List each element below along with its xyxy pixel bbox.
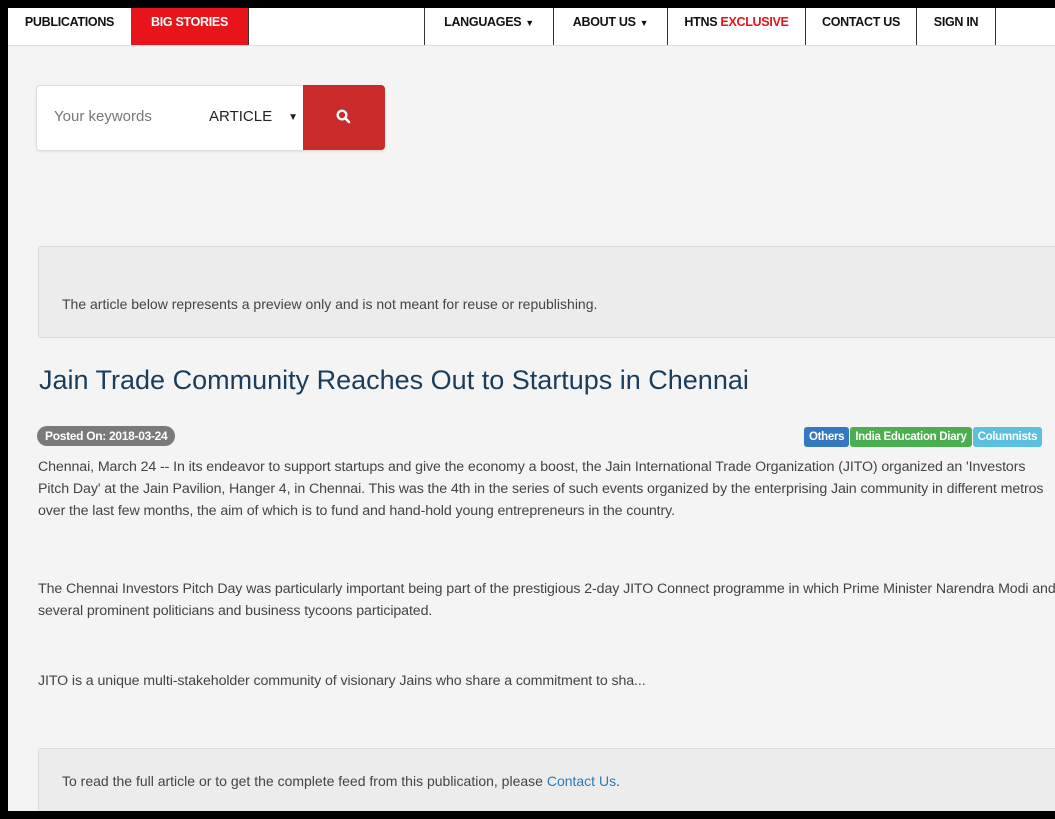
- nav-about-us-label: ABOUT US: [572, 15, 636, 29]
- nav-publications-label: PUBLICATIONS: [24, 15, 115, 29]
- nav-big-stories-label: BIG STORIES: [150, 15, 229, 29]
- nav-htns-label: HTNS: [684, 15, 718, 29]
- nav-about-us[interactable]: ABOUT US ▼: [553, 8, 667, 45]
- search-button[interactable]: [303, 85, 385, 150]
- nav-languages[interactable]: LANGUAGES ▼: [424, 8, 553, 45]
- search-type-select[interactable]: ARTICLE ▼: [209, 108, 298, 125]
- nav-contact-us[interactable]: CONTACT US: [805, 8, 916, 45]
- contact-us-link[interactable]: Contact Us: [547, 773, 616, 789]
- full-article-notice: To read the full article or to get the c…: [38, 748, 1055, 811]
- search-input[interactable]: [54, 108, 204, 125]
- top-navigation: PUBLICATIONS BIG STORIES LANGUAGES ▼ ABOU…: [8, 8, 1055, 46]
- article-tags: Others India Education Diary Columnists: [804, 427, 1043, 447]
- preview-notice-text: The article below represents a preview o…: [62, 296, 598, 312]
- article-paragraph-3: JITO is a unique multi-stakeholder commu…: [38, 673, 646, 689]
- nav-exclusive-label: EXCLUSIVE: [720, 15, 789, 29]
- nav-sign-in-label: SIGN IN: [933, 15, 979, 29]
- article-paragraph-2: The Chennai Investors Pitch Day was part…: [38, 581, 1055, 619]
- page-frame: PUBLICATIONS BIG STORIES LANGUAGES ▼ ABOU…: [8, 8, 1055, 811]
- tag-columnists[interactable]: Columnists: [972, 427, 1043, 447]
- nav-languages-label: LANGUAGES: [444, 15, 522, 29]
- full-article-period: .: [616, 773, 620, 789]
- full-article-notice-text: To read the full article or to get the c…: [62, 773, 620, 789]
- article-title[interactable]: Jain Trade Community Reaches Out to Star…: [39, 365, 749, 396]
- nav-htns-exclusive[interactable]: HTNS EXCLUSIVE: [667, 8, 805, 45]
- nav-publications[interactable]: PUBLICATIONS: [8, 8, 131, 45]
- nav-contact-us-label: CONTACT US: [821, 15, 900, 29]
- nav-big-stories[interactable]: BIG STORIES: [131, 8, 248, 45]
- article-paragraph-1: Chennai, March 24 -- In its endeavor to …: [38, 459, 1044, 519]
- dropdown-arrow-icon: ▼: [288, 112, 298, 123]
- search-icon: [336, 109, 351, 124]
- search-bar: ARTICLE ▼: [36, 85, 385, 151]
- preview-notice: The article below represents a preview o…: [38, 246, 1055, 338]
- chevron-down-icon: ▼: [639, 18, 649, 28]
- nav-sign-in[interactable]: SIGN IN: [916, 8, 996, 45]
- tag-india-education-diary[interactable]: India Education Diary: [850, 427, 972, 447]
- chevron-down-icon: ▼: [525, 18, 534, 28]
- tag-others[interactable]: Others: [804, 427, 850, 447]
- posted-date-badge: Posted On: 2018-03-24: [37, 426, 176, 446]
- full-article-text: To read the full article or to get the c…: [62, 773, 543, 789]
- nav-spacer: [248, 8, 424, 45]
- search-type-value: ARTICLE: [209, 108, 273, 125]
